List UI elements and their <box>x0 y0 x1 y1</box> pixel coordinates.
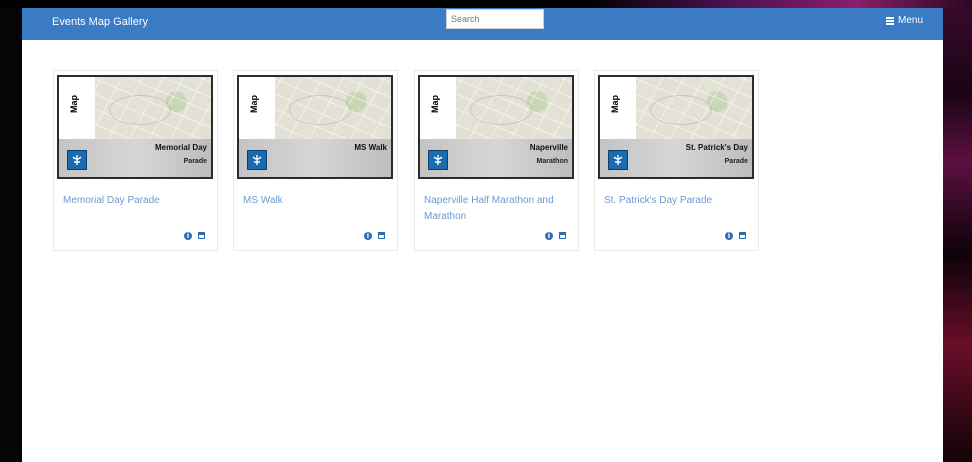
menu-label: Menu <box>898 15 924 26</box>
map-preview <box>456 77 572 139</box>
open-window-icon[interactable] <box>378 232 385 239</box>
thumbnail-subtitle: Parade <box>183 158 207 165</box>
info-icon[interactable]: i <box>725 232 733 240</box>
thumbnail-title: Naperville <box>529 143 568 152</box>
gallery-card[interactable]: Map MS Walk MS Walk i <box>233 70 398 251</box>
thumbnail-subtitle: Parade <box>724 158 748 165</box>
open-window-icon[interactable] <box>198 232 205 239</box>
desktop-background-right <box>942 0 972 462</box>
thumbnail-title: St. Patrick's Day <box>685 143 748 152</box>
thumbnail-title: Memorial Day <box>154 143 207 152</box>
thumbnail-title-band: Naperville Marathon <box>420 139 572 177</box>
desktop-background-left <box>0 0 22 462</box>
app-title: Events Map Gallery <box>52 16 148 28</box>
info-icon[interactable]: i <box>184 232 192 240</box>
map-preview <box>636 77 752 139</box>
thumbnail-title-band: St. Patrick's Day Parade <box>600 139 752 177</box>
info-icon[interactable]: i <box>545 232 553 240</box>
gallery-card[interactable]: Map Naperville Marathon Naperville Half … <box>414 70 579 251</box>
desktop-background-top <box>0 0 972 8</box>
logo-icon <box>608 150 628 170</box>
thumbnail-label-area: Map <box>600 77 636 139</box>
map-thumbnail[interactable]: Map MS Walk <box>237 75 393 179</box>
open-window-icon[interactable] <box>559 232 566 239</box>
gallery-app: Events Map Gallery Menu Map Memorial Day… <box>22 8 943 462</box>
card-title-link[interactable]: Naperville Half Marathon and Marathon <box>424 193 572 225</box>
card-title-link[interactable]: Memorial Day Parade <box>63 193 211 209</box>
map-preview <box>95 77 211 139</box>
thumbnail-title-band: MS Walk <box>239 139 391 177</box>
gallery-card[interactable]: Map Memorial Day Parade Memorial Day Par… <box>53 70 218 251</box>
thumbnail-title: MS Walk <box>354 143 387 152</box>
thumbnail-map-label: Map <box>69 95 79 113</box>
map-thumbnail[interactable]: Map Memorial Day Parade <box>57 75 213 179</box>
thumbnail-label-area: Map <box>420 77 456 139</box>
card-title-link[interactable]: MS Walk <box>243 193 391 209</box>
map-thumbnail[interactable]: Map St. Patrick's Day Parade <box>598 75 754 179</box>
map-thumbnail[interactable]: Map Naperville Marathon <box>418 75 574 179</box>
logo-icon <box>428 150 448 170</box>
search-input[interactable] <box>446 9 544 29</box>
thumbnail-map-label: Map <box>610 95 620 113</box>
logo-icon <box>247 150 267 170</box>
map-preview <box>275 77 391 139</box>
thumbnail-label-area: Map <box>239 77 275 139</box>
gallery-card[interactable]: Map St. Patrick's Day Parade St. Patrick… <box>594 70 759 251</box>
open-window-icon[interactable] <box>739 232 746 239</box>
thumbnail-map-label: Map <box>249 95 259 113</box>
card-title-link[interactable]: St. Patrick's Day Parade <box>604 193 752 209</box>
thumbnail-map-label: Map <box>430 95 440 113</box>
hamburger-icon <box>886 17 894 25</box>
info-icon[interactable]: i <box>364 232 372 240</box>
thumbnail-label-area: Map <box>59 77 95 139</box>
menu-button[interactable]: Menu <box>886 15 923 26</box>
logo-icon <box>67 150 87 170</box>
header-bar: Events Map Gallery Menu <box>22 8 943 40</box>
thumbnail-title-band: Memorial Day Parade <box>59 139 211 177</box>
thumbnail-subtitle: Marathon <box>536 158 569 165</box>
